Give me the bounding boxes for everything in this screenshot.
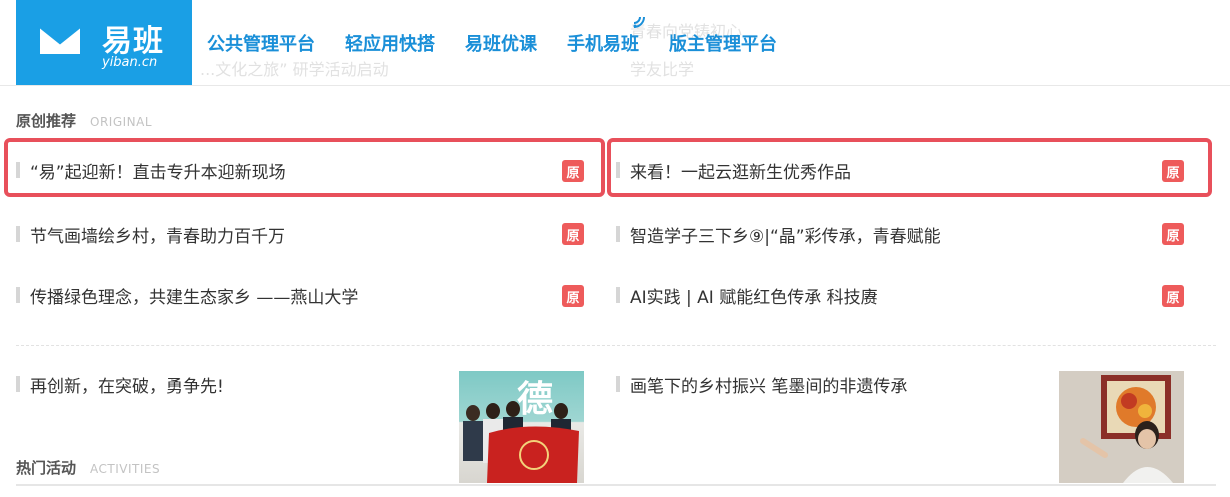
list-item-title: 节气画墙绘乡村，青春助力百千万 [30,226,285,247]
list-item-title: 来看！一起云逛新生优秀作品 [630,162,851,183]
activities-section-title: 热门活动 ACTIVITIES [16,457,160,478]
list-item[interactable]: 来看！一起云逛新生优秀作品 [616,155,851,185]
feature-item-title: 画笔下的乡村振兴 笔墨间的非遗传承 [630,376,908,397]
thumbnail-calligraphy: 德 [517,378,553,420]
bullet-bar [16,376,20,392]
nav-mobile-yiban-label: 手机易班 [567,34,639,55]
bullet-bar [616,287,620,303]
original-section-title: 原创推荐 ORIGINAL [16,110,152,131]
original-badge: 原 [562,160,584,182]
original-badge: 原 [1162,160,1184,182]
logo-text: 易班 [102,24,164,59]
nav-yiban-course[interactable]: 易班优课 [465,30,537,58]
feature-item[interactable]: 再创新，在突破，勇争先! [16,369,224,399]
feature-item-title: 再创新，在突破，勇争先! [30,376,224,397]
feature-item[interactable]: 画笔下的乡村振兴 笔墨间的非遗传承 [616,369,907,399]
site-header: 青春向党铸初心 ...文化之旅” 研学活动启动 学友比学 易班 yiban.cn… [0,0,1230,86]
main-nav: 公共管理平台 轻应用快搭 易班优课 手机易班 版主管理平台 [207,16,807,58]
nav-public-admin[interactable]: 公共管理平台 [207,30,315,58]
original-title-cn: 原创推荐 [16,112,77,130]
original-badge: 原 [1162,223,1184,245]
bullet-bar [16,287,20,303]
nav-moderator-admin[interactable]: 版主管理平台 [669,30,777,58]
activities-title-cn: 热门活动 [16,459,77,477]
list-item[interactable]: 智造学子三下乡⑨|“晶”彩传承，青春赋能 [616,219,941,249]
list-item[interactable]: 传播绿色理念，共建生态家乡 ——燕山大学 [16,280,358,310]
bottom-rule [16,484,1216,486]
nav-mobile-yiban[interactable]: 手机易班 [567,16,645,58]
yiban-logo[interactable]: 易班 yiban.cn [16,0,192,85]
original-title-en: ORIGINAL [90,115,153,129]
original-badge: 原 [562,223,584,245]
list-item-title: AI实践 | AI 赋能红色传承 科技赓 [630,287,878,308]
nav-light-app[interactable]: 轻应用快搭 [345,30,435,58]
list-item-title: 传播绿色理念，共建生态家乡 ——燕山大学 [30,287,359,308]
bullet-bar [16,226,20,242]
list-item-title: “易”起迎新！直击专升本迎新现场 [30,162,286,183]
list-item[interactable]: AI实践 | AI 赋能红色传承 科技赓 [616,280,878,310]
logo-subtitle: yiban.cn [102,55,158,70]
ghost-headline-2: ...文化之旅” 研学活动启动 [200,60,389,79]
list-item-title: 智造学子三下乡⑨|“晶”彩传承，青春赋能 [630,226,941,247]
envelope-logo-icon [38,24,82,54]
wifi-icon [633,16,645,28]
original-badge: 原 [1162,285,1184,307]
feature-thumbnail-2[interactable] [1059,371,1184,483]
list-item[interactable]: 节气画墙绘乡村，青春助力百千万 [16,219,285,249]
original-badge: 原 [562,285,584,307]
feature-thumbnail-1[interactable]: 德 [459,371,584,483]
ghost-headline-3: 学友比学 [630,60,695,79]
bullet-bar [616,226,620,242]
section-divider [16,345,1216,346]
list-item[interactable]: “易”起迎新！直击专升本迎新现场 [16,155,286,185]
bullet-bar [616,162,620,178]
bullet-bar [16,162,20,178]
bullet-bar [616,376,620,392]
group-photo-image: 德 [463,378,579,483]
activities-title-en: ACTIVITIES [90,462,161,476]
artwork-photo-image [1059,371,1184,483]
